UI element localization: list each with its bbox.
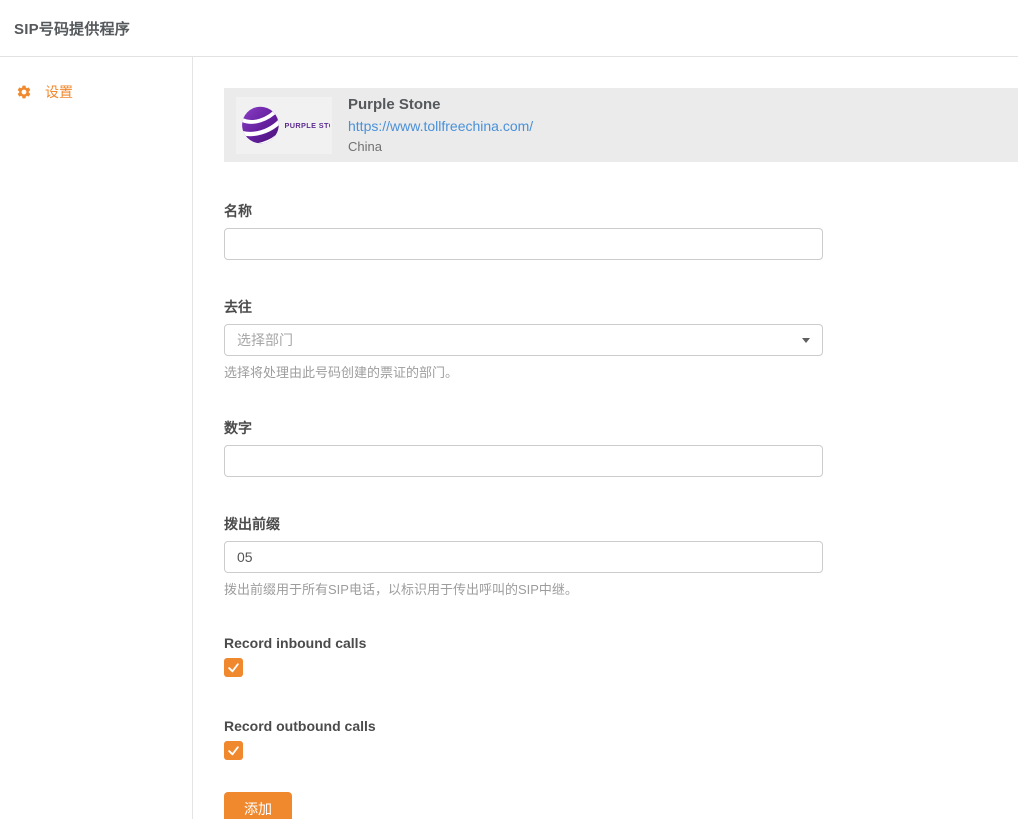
layout: 设置 (0, 57, 1018, 819)
field-prefix: 拨出前缀 拨出前缀用于所有SIP电话，以标识用于传出呼叫的SIP中继。 (224, 514, 823, 598)
prefix-helper-text: 拨出前缀用于所有SIP电话，以标识用于传出呼叫的SIP中继。 (224, 579, 823, 598)
number-field-label: 数字 (224, 418, 823, 438)
checkmark-icon (227, 744, 240, 757)
top-bar: SIP号码提供程序 (0, 0, 1018, 57)
field-name: 名称 (224, 201, 823, 260)
add-button[interactable]: 添加 (224, 792, 292, 819)
sidebar: 设置 (0, 57, 193, 819)
chevron-down-icon (802, 338, 810, 343)
number-input[interactable] (224, 445, 823, 477)
name-field-label: 名称 (224, 201, 823, 221)
field-number: 数字 (224, 418, 823, 477)
provider-card: PURPLE STONE Purple Stone https://www.to… (224, 88, 1018, 162)
provider-logo: PURPLE STONE (236, 97, 332, 154)
provider-country: China (348, 138, 533, 156)
gear-icon (16, 84, 32, 100)
department-select-placeholder: 选择部门 (237, 330, 293, 350)
field-department: 去往 选择部门 选择将处理由此号码创建的票证的部门。 (224, 297, 823, 381)
provider-url-link[interactable]: https://www.tollfreechina.com/ (348, 117, 533, 136)
main-content: PURPLE STONE Purple Stone https://www.to… (193, 57, 1018, 819)
department-field-label: 去往 (224, 297, 823, 317)
record-inbound-checkbox[interactable] (224, 658, 243, 677)
record-outbound-checkbox[interactable] (224, 741, 243, 760)
record-inbound-label: Record inbound calls (224, 635, 823, 651)
record-outbound-label: Record outbound calls (224, 718, 823, 734)
prefix-input[interactable] (224, 541, 823, 573)
sidebar-item-label: 设置 (45, 82, 73, 102)
field-record-outbound: Record outbound calls (224, 718, 823, 760)
logo-text: PURPLE STONE (284, 121, 330, 130)
department-helper-text: 选择将处理由此号码创建的票证的部门。 (224, 362, 823, 381)
field-record-inbound: Record inbound calls (224, 635, 823, 677)
checkmark-icon (227, 661, 240, 674)
name-input[interactable] (224, 228, 823, 260)
prefix-field-label: 拨出前缀 (224, 514, 823, 534)
provider-name: Purple Stone (348, 95, 533, 115)
sip-provider-form: 名称 去往 选择部门 选择将处理由此号码创建的票证的部门。 数字 拨出前缀 拨出… (224, 201, 823, 819)
provider-info: Purple Stone https://www.tollfreechina.c… (348, 95, 533, 156)
department-select[interactable]: 选择部门 (224, 324, 823, 356)
page-title: SIP号码提供程序 (14, 18, 130, 39)
sidebar-item-settings[interactable]: 设置 (0, 82, 192, 102)
